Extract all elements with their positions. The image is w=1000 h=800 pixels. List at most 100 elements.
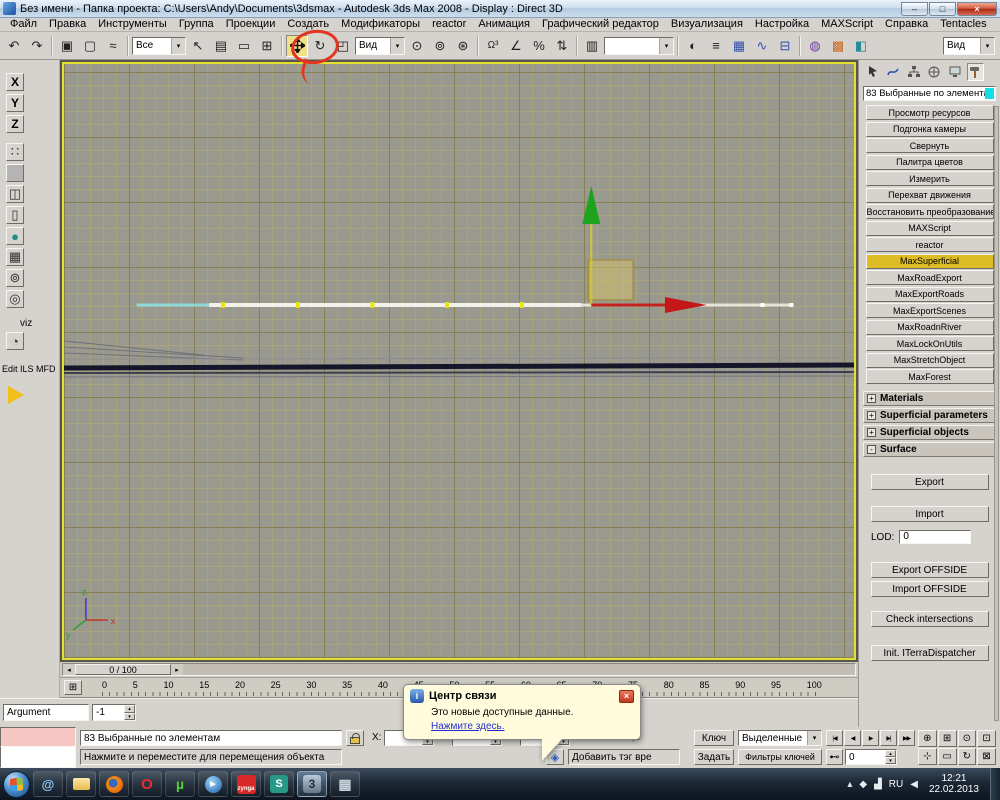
rollout-toggle-icon[interactable]: +: [867, 428, 876, 437]
tab-utilities[interactable]: [967, 63, 985, 81]
argument-combo[interactable]: Argument: [3, 704, 89, 721]
clock-icon[interactable]: ◔: [6, 332, 24, 350]
selection-name-field[interactable]: 83 Выбранные по элемента: [863, 86, 996, 101]
previous-frame-button[interactable]: ◀: [844, 730, 861, 746]
utility-button[interactable]: MaxStretchObject: [866, 353, 994, 368]
color-swatch[interactable]: [6, 164, 24, 182]
action-center-icon[interactable]: ◆: [859, 779, 867, 790]
align-icon[interactable]: ≡: [705, 35, 727, 57]
schematic-view-icon[interactable]: ⊟: [774, 35, 796, 57]
set-key-button[interactable]: Задать: [694, 749, 734, 765]
key-mode-toggle[interactable]: ⊷: [826, 749, 843, 765]
utility-button[interactable]: Подгонка камеры: [866, 122, 994, 137]
axis-x-button[interactable]: X: [6, 73, 24, 91]
zoom-region-icon[interactable]: ⊡: [977, 730, 996, 747]
tab-modify[interactable]: [885, 63, 903, 81]
menu-item[interactable]: Анимация: [472, 18, 536, 31]
lock-selection-button[interactable]: [346, 730, 364, 746]
maxscript-mini-listener[interactable]: [0, 727, 76, 768]
gizmo-y-arrow[interactable]: [582, 186, 600, 224]
utility-button[interactable]: Перехват движения: [866, 188, 994, 203]
reference-coordinate-dropdown[interactable]: Вид ▾: [355, 37, 405, 55]
utility-button-maxsuperficial[interactable]: MaxSuperficial: [866, 254, 994, 269]
zoom-extents-icon[interactable]: ⊙: [958, 730, 977, 747]
auto-key-button[interactable]: Ключ: [694, 730, 734, 746]
spinner-down-icon[interactable]: ▾: [124, 713, 135, 721]
titlebar[interactable]: Без имени - Папка проекта: C:\Users\Andy…: [0, 0, 1000, 18]
spinner-up-icon[interactable]: ▴: [124, 705, 135, 713]
quick-render-icon[interactable]: ◧: [850, 35, 872, 57]
lattice-icon[interactable]: ▦: [6, 248, 24, 266]
named-selection-dropdown[interactable]: ▾: [604, 37, 674, 55]
manipulate-icon[interactable]: ⊛: [452, 35, 474, 57]
utility-button[interactable]: Просмотр ресурсов: [866, 105, 994, 120]
time-slider-track[interactable]: ◂ 0 / 100 ▸: [62, 663, 856, 676]
chevron-down-icon[interactable]: ▾: [659, 38, 673, 54]
import-offside-button[interactable]: Import OFFSIDE: [871, 581, 989, 597]
messenger-icon[interactable]: @: [33, 771, 63, 797]
orbit-icon[interactable]: ↻: [958, 748, 977, 765]
utility-button[interactable]: Восстановить преобразование: [866, 204, 994, 219]
export-offside-button[interactable]: Export OFFSIDE: [871, 562, 989, 578]
snap-toggle-icon[interactable]: Ω³: [482, 35, 504, 57]
bind-to-spacewarp-icon[interactable]: ≈: [102, 35, 124, 57]
material-editor-icon[interactable]: ◍: [804, 35, 826, 57]
tab-hierarchy[interactable]: [905, 63, 923, 81]
box-icon[interactable]: ◫: [6, 185, 24, 203]
explorer-folder-icon[interactable]: [66, 771, 96, 797]
calculator-icon[interactable]: ▦: [330, 771, 360, 797]
selection-filter-dropdown[interactable]: Все ▾: [132, 37, 186, 55]
curve-editor-icon[interactable]: ∿: [751, 35, 773, 57]
utility-button[interactable]: MaxRoadExport: [866, 270, 994, 285]
window-crossing-icon[interactable]: ⊞: [256, 35, 278, 57]
rollout-toggle-icon[interactable]: -: [867, 445, 876, 454]
time-slider-handle[interactable]: 0 / 100: [75, 664, 171, 675]
menu-item[interactable]: reactor: [426, 18, 472, 31]
menu-item[interactable]: Группа: [173, 18, 220, 31]
utility-button[interactable]: MaxForest: [866, 369, 994, 384]
lod-field[interactable]: 0: [899, 530, 971, 544]
torus-icon[interactable]: ◎: [6, 290, 24, 308]
select-and-move-button[interactable]: [286, 35, 308, 57]
utility-button[interactable]: MAXScript: [866, 221, 994, 236]
menu-item[interactable]: Создать: [281, 18, 335, 31]
render-preset-dropdown[interactable]: Вид ▾: [943, 37, 995, 55]
rect-region-icon[interactable]: ▭: [233, 35, 255, 57]
previous-frame-arrow-icon[interactable]: ◂: [63, 664, 75, 675]
render-setup-icon[interactable]: ▩: [827, 35, 849, 57]
listener-script-pane[interactable]: [0, 747, 76, 768]
selected-box-object[interactable]: [588, 260, 633, 300]
listener-macro-pane[interactable]: [0, 727, 76, 747]
utility-button[interactable]: MaxExportRoads: [866, 287, 994, 302]
edit-named-sets-icon[interactable]: ▥: [581, 35, 603, 57]
media-player-icon[interactable]: ▶: [198, 771, 228, 797]
dots-icon[interactable]: ∷: [6, 143, 24, 161]
play-button[interactable]: ▶: [862, 730, 879, 746]
axis-y-button[interactable]: Y: [6, 94, 24, 112]
zoom-icon[interactable]: ⊕: [918, 730, 937, 747]
menu-item[interactable]: Визуализация: [665, 18, 749, 31]
tab-motion[interactable]: [926, 63, 944, 81]
rollout-header[interactable]: + Materials: [863, 391, 996, 406]
use-pivot-icon[interactable]: ⊙: [406, 35, 428, 57]
hidden-icons-button[interactable]: ▴: [847, 779, 852, 790]
sharing-app-icon[interactable]: S: [264, 771, 294, 797]
key-filters-button[interactable]: Фильтры ключей: [738, 749, 822, 765]
utility-button[interactable]: reactor: [866, 237, 994, 252]
menu-item[interactable]: Графический редактор: [536, 18, 665, 31]
tab-create[interactable]: [864, 63, 882, 81]
rollout-header[interactable]: + Superficial parameters: [863, 408, 996, 423]
utility-button[interactable]: Палитра цветов: [866, 155, 994, 170]
spinner-up-icon[interactable]: ▴: [885, 750, 896, 757]
import-button[interactable]: Import: [871, 506, 989, 522]
utility-button[interactable]: MaxRoadnRiver: [866, 320, 994, 335]
rollout-header[interactable]: + Superficial objects: [863, 425, 996, 440]
utility-button[interactable]: Измерить: [866, 171, 994, 186]
export-button[interactable]: Export: [871, 474, 989, 490]
chevron-down-icon[interactable]: ▾: [390, 38, 404, 54]
menu-item[interactable]: Правка: [43, 18, 92, 31]
maximize-viewport-icon[interactable]: ⊠: [977, 748, 996, 765]
language-indicator[interactable]: RU: [889, 779, 903, 790]
go-to-end-button[interactable]: ▶▶: [898, 730, 915, 746]
scale-icon[interactable]: ◰: [332, 35, 354, 57]
